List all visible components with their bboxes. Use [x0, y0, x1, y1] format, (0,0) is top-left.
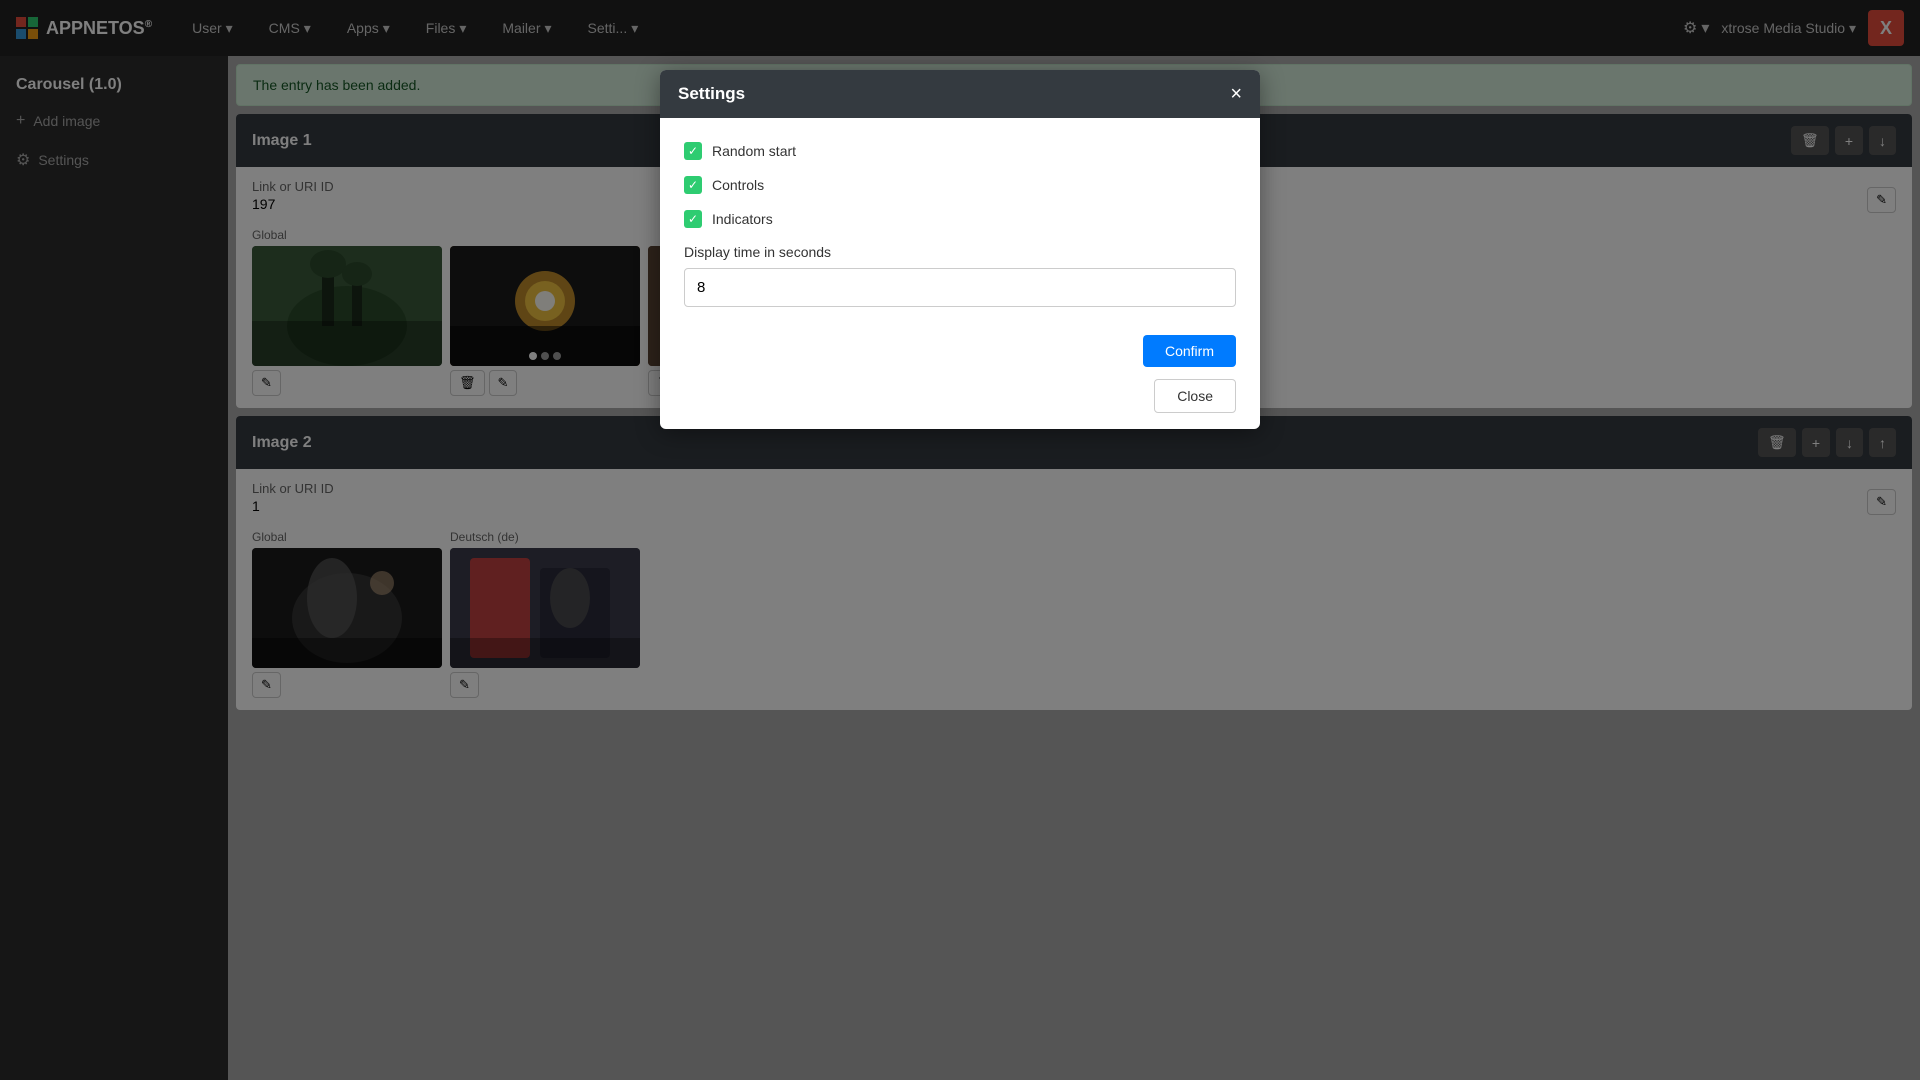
modal-body: ✓ Random start ✓ Controls ✓ Indicators D…: [660, 118, 1260, 323]
modal-close-row: Close: [660, 375, 1260, 429]
modal-title: Settings: [678, 84, 745, 104]
checkbox-controls-row: ✓ Controls: [684, 176, 1236, 194]
checkbox-controls-label: Controls: [712, 177, 764, 193]
checkbox-indicators-label: Indicators: [712, 211, 773, 227]
checkbox-indicators-row: ✓ Indicators: [684, 210, 1236, 228]
confirm-button[interactable]: Confirm: [1143, 335, 1236, 367]
checkbox-random-start-label: Random start: [712, 143, 796, 159]
close-button[interactable]: Close: [1154, 379, 1236, 413]
checkbox-random-start[interactable]: ✓: [684, 142, 702, 160]
checkbox-controls[interactable]: ✓: [684, 176, 702, 194]
settings-modal: Settings × ✓ Random start ✓ Controls ✓ I…: [660, 70, 1260, 429]
modal-header: Settings ×: [660, 70, 1260, 118]
display-time-input[interactable]: [684, 268, 1236, 307]
checkbox-indicators[interactable]: ✓: [684, 210, 702, 228]
modal-confirm-row: Confirm: [660, 323, 1260, 375]
modal-overlay: Settings × ✓ Random start ✓ Controls ✓ I…: [0, 0, 1920, 1080]
display-time-label: Display time in seconds: [684, 244, 1236, 260]
modal-close-x-button[interactable]: ×: [1230, 84, 1242, 104]
checkbox-random-start-row: ✓ Random start: [684, 142, 1236, 160]
